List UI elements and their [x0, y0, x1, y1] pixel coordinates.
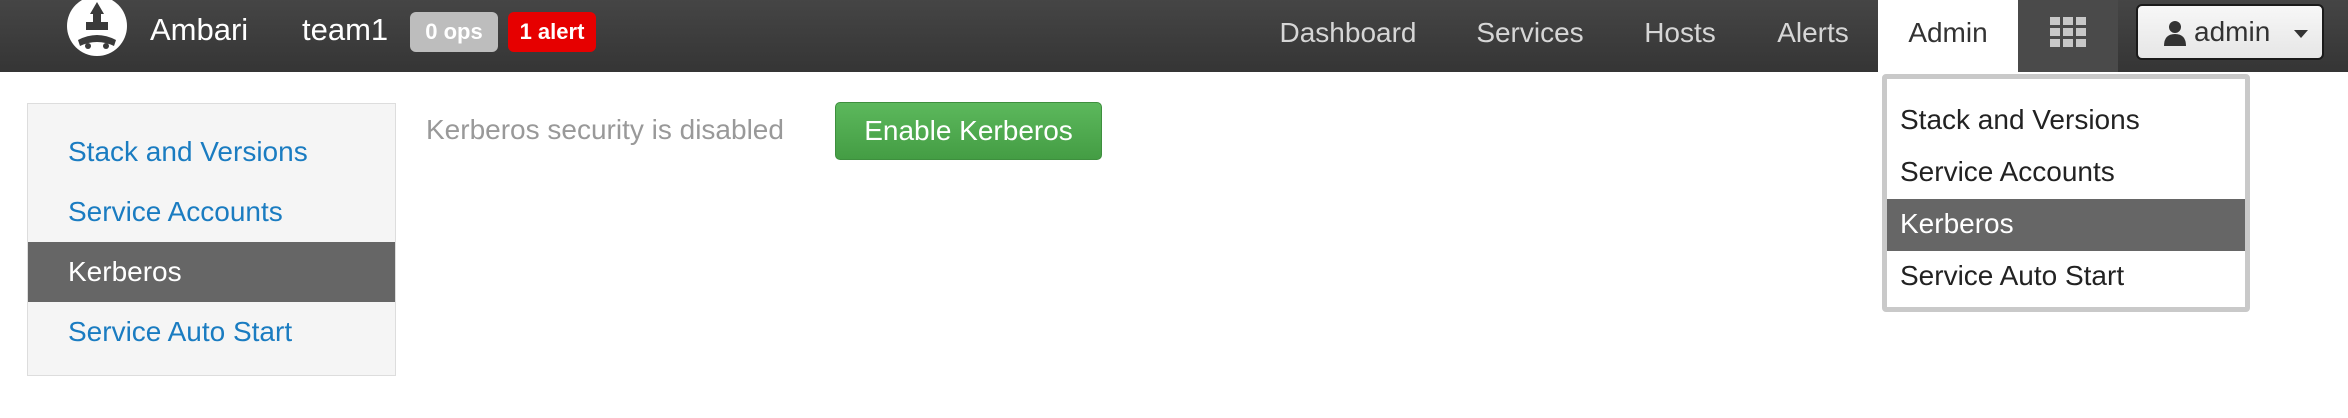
ops-badge[interactable]: 0 ops: [410, 12, 498, 52]
kerberos-status-text: Kerberos security is disabled: [426, 114, 784, 145]
ambari-logo-icon[interactable]: [64, 0, 130, 60]
nav-services[interactable]: Services: [1454, 0, 1606, 72]
dropdown-item-kerberos[interactable]: Kerberos: [1887, 199, 2245, 251]
nav-alerts[interactable]: Alerts: [1752, 0, 1874, 72]
enable-kerberos-button[interactable]: Enable Kerberos: [835, 102, 1102, 160]
sidebar-item-kerberos[interactable]: Kerberos: [28, 242, 395, 302]
caret-down-icon: [2294, 30, 2308, 38]
nav-hosts[interactable]: Hosts: [1626, 0, 1734, 72]
admin-dropdown-menu: Stack and Versions Service Accounts Kerb…: [1882, 74, 2250, 312]
grid-icon: [2050, 17, 2086, 47]
nav-admin[interactable]: Admin: [1878, 0, 2018, 72]
sidebar-item-stack-versions[interactable]: Stack and Versions: [28, 122, 395, 182]
user-menu-label: admin: [2194, 16, 2271, 47]
views-menu-button[interactable]: [2018, 0, 2118, 72]
alert-badge[interactable]: 1 alert: [508, 12, 596, 52]
sidebar-item-service-accounts[interactable]: Service Accounts: [28, 182, 395, 242]
sidebar-item-service-auto-start[interactable]: Service Auto Start: [28, 302, 395, 362]
top-navbar: Ambari team1 0 ops 1 alert Dashboard Ser…: [0, 0, 2348, 72]
dropdown-item-service-auto-start[interactable]: Service Auto Start: [1887, 251, 2245, 303]
user-menu-button[interactable]: admin: [2136, 4, 2324, 60]
user-icon: [2164, 20, 2186, 46]
admin-sidebar: Stack and Versions Service Accounts Kerb…: [27, 103, 396, 376]
dropdown-item-stack-versions[interactable]: Stack and Versions: [1887, 95, 2245, 147]
brand-name[interactable]: Ambari: [150, 12, 248, 48]
cluster-name[interactable]: team1: [302, 12, 388, 48]
nav-dashboard[interactable]: Dashboard: [1262, 0, 1434, 72]
dropdown-item-service-accounts[interactable]: Service Accounts: [1887, 147, 2245, 199]
